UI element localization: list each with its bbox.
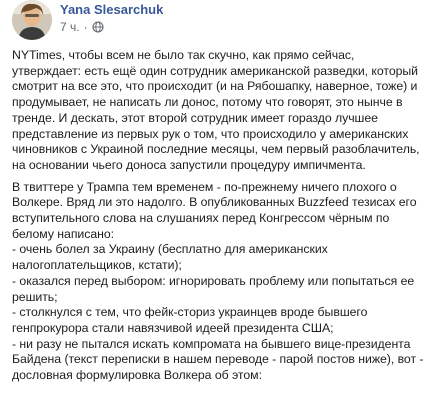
- post-meta-line: 7 ч. ·: [60, 19, 163, 35]
- facebook-post: Yana Slesarchuk 7 ч. · NYTimes, чтобы вс…: [0, 0, 447, 418]
- post-body: NYTimes, чтобы всем не было так скучно, …: [12, 48, 435, 384]
- post-paragraph: В твиттере у Трампа тем временем - по-пр…: [12, 179, 424, 383]
- author-meta: Yana Slesarchuk 7 ч. ·: [60, 0, 163, 35]
- post-paragraph: NYTimes, чтобы всем не было так скучно, …: [12, 48, 420, 172]
- post-timestamp-link[interactable]: 7 ч.: [60, 19, 80, 35]
- post-header: Yana Slesarchuk 7 ч. ·: [12, 0, 435, 44]
- avatar[interactable]: [12, 0, 52, 40]
- globe-icon[interactable]: [92, 21, 104, 33]
- author-name-link[interactable]: Yana Slesarchuk: [60, 1, 163, 18]
- avatar-image: [12, 0, 52, 40]
- meta-separator: ·: [83, 20, 88, 34]
